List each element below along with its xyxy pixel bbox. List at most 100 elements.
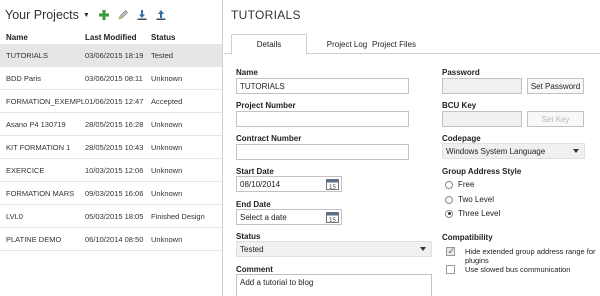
radio-two-level-label: Two Level (458, 195, 495, 204)
radio-free[interactable]: Free (445, 180, 474, 189)
export-icon[interactable] (155, 9, 168, 22)
chevron-down-icon[interactable]: ▼ (83, 12, 90, 19)
row-modified: 10/03/2015 12:06 (85, 165, 144, 175)
status-value: Tested (240, 244, 264, 254)
row-modified: 05/03/2015 18:05 (85, 211, 144, 221)
compatibility-label: Compatibility (442, 233, 493, 242)
row-name: TUTORIALS (6, 50, 48, 60)
row-status: Finished Design (151, 211, 205, 221)
calendar-icon[interactable]: 15 (326, 178, 339, 190)
table-row[interactable]: EXERCICE 10/03/2015 12:06 Unknown (0, 159, 222, 182)
tab-project-files[interactable]: Project Files (370, 34, 418, 55)
bcu-key-label: BCU Key (442, 101, 477, 110)
end-date-label: End Date (236, 200, 271, 209)
checkbox-checked[interactable] (446, 246, 455, 257)
table-row[interactable]: FORMATION MARS 09/03/2015 16:06 Unknown (0, 182, 222, 205)
start-date-value: 08/10/2014 (240, 179, 281, 189)
import-icon[interactable] (136, 9, 149, 22)
slowed-bus-label: Use slowed bus communication (465, 265, 571, 274)
radio-three-level-label: Three Level (458, 209, 501, 218)
radio-dot[interactable] (445, 180, 453, 189)
projects-header: Your Projects ▼ (0, 0, 222, 30)
table-row[interactable]: BDD Paris 03/06/2015 08:11 Unknown (0, 67, 222, 90)
contract-number-field[interactable] (236, 144, 409, 160)
row-name: PLATINE DEMO (6, 234, 62, 244)
set-key-button[interactable]: Set Key (527, 111, 584, 127)
bcu-key-field[interactable] (442, 111, 522, 127)
comment-label: Comment (236, 265, 273, 274)
project-details-panel: TUTORIALS Details Project Log Project Fi… (224, 0, 600, 296)
hide-extended-range-label: Hide extended group address range for pl… (465, 247, 596, 265)
start-date-field[interactable]: 08/10/2014 15 (236, 176, 342, 192)
projects-panel: Your Projects ▼ Name Last Modified Statu… (0, 0, 223, 296)
column-header-last-modified[interactable]: Last Modified (85, 33, 151, 42)
codepage-label: Codepage (442, 134, 481, 143)
tab-details[interactable]: Details (231, 34, 307, 55)
start-date-label: Start Date (236, 167, 274, 176)
svg-text:15: 15 (329, 218, 336, 224)
row-modified: 03/06/2015 18:19 (85, 50, 144, 60)
name-label: Name (236, 68, 258, 77)
column-header-name[interactable]: Name (0, 33, 85, 42)
table-row[interactable]: Asano P4 130719 28/05/2015 16:28 Unknown (0, 113, 222, 136)
projects-column-headers: Name Last Modified Status (0, 30, 222, 44)
radio-free-label: Free (458, 180, 475, 189)
checkbox[interactable] (446, 265, 455, 274)
name-field[interactable]: TUTORIALS (236, 78, 409, 94)
comment-field[interactable]: Add a tutorial to blog (236, 274, 432, 296)
plus-icon[interactable] (98, 9, 111, 22)
password-field[interactable] (442, 78, 522, 94)
table-row[interactable]: FORMATION_EXEMPLE 01/06/2015 12:47 Accep… (0, 90, 222, 113)
projects-title[interactable]: Your Projects (5, 8, 79, 22)
calendar-icon[interactable]: 15 (326, 211, 339, 223)
row-status: Accepted (151, 96, 183, 106)
radio-dot[interactable] (445, 195, 453, 204)
row-modified: 28/05/2015 16:28 (85, 119, 144, 129)
chevron-down-icon (420, 247, 426, 251)
slowed-bus-option[interactable]: Use slowed bus communication (446, 265, 570, 274)
hide-extended-range-option[interactable]: Hide extended group address range for pl… (446, 246, 600, 265)
table-row[interactable]: TUTORIALS 03/06/2015 18:19 Tested (0, 44, 222, 67)
chevron-down-icon (573, 149, 579, 153)
row-name: Asano P4 130719 (6, 119, 66, 129)
row-modified: 28/05/2015 10:43 (85, 142, 144, 152)
row-status: Unknown (151, 234, 183, 244)
codepage-dropdown[interactable]: Windows System Language (442, 143, 585, 159)
column-header-status[interactable]: Status (151, 33, 222, 42)
row-status: Tested (151, 50, 174, 60)
radio-dot-selected[interactable] (445, 209, 453, 218)
table-row[interactable]: PLATINE DEMO 06/10/2014 08:50 Unknown (0, 228, 222, 251)
row-status: Unknown (151, 142, 183, 152)
row-modified: 01/06/2015 12:47 (85, 96, 144, 106)
row-modified: 03/06/2015 08:11 (85, 73, 143, 83)
row-status: Unknown (151, 188, 183, 198)
row-name: LVL0 (6, 211, 23, 221)
row-modified: 06/10/2014 08:50 (85, 234, 144, 244)
radio-three-level[interactable]: Three Level (445, 209, 500, 218)
row-name: FORMATION MARS (6, 188, 75, 198)
row-name: BDD Paris (6, 73, 42, 83)
projects-list: TUTORIALS 03/06/2015 18:19 Tested BDD Pa… (0, 44, 222, 251)
pencil-icon[interactable] (117, 9, 130, 22)
password-label: Password (442, 68, 480, 77)
page-title: TUTORIALS (231, 8, 301, 22)
table-row[interactable]: KIT FORMATION 1 28/05/2015 10:43 Unknown (0, 136, 222, 159)
end-date-placeholder: Select a date (240, 212, 287, 222)
radio-two-level[interactable]: Two Level (445, 195, 494, 204)
svg-text:15: 15 (329, 185, 336, 191)
row-modified: 09/03/2015 16:06 (85, 188, 144, 198)
status-dropdown[interactable]: Tested (236, 241, 432, 257)
tab-project-log[interactable]: Project Log (324, 34, 370, 55)
table-row[interactable]: LVL0 05/03/2015 18:05 Finished Design (0, 205, 222, 228)
project-number-label: Project Number (236, 101, 296, 110)
row-name: FORMATION_EXEMPLE (6, 96, 85, 106)
set-password-button[interactable]: Set Password (527, 78, 584, 94)
end-date-field[interactable]: Select a date 15 (236, 209, 342, 225)
contract-number-label: Contract Number (236, 134, 302, 143)
row-name: EXERCICE (6, 165, 45, 175)
codepage-value: Windows System Language (446, 146, 546, 156)
project-number-field[interactable] (236, 111, 409, 127)
row-status: Unknown (151, 165, 183, 175)
tab-bar: Details Project Log Project Files (224, 30, 600, 55)
row-status: Unknown (151, 119, 183, 129)
